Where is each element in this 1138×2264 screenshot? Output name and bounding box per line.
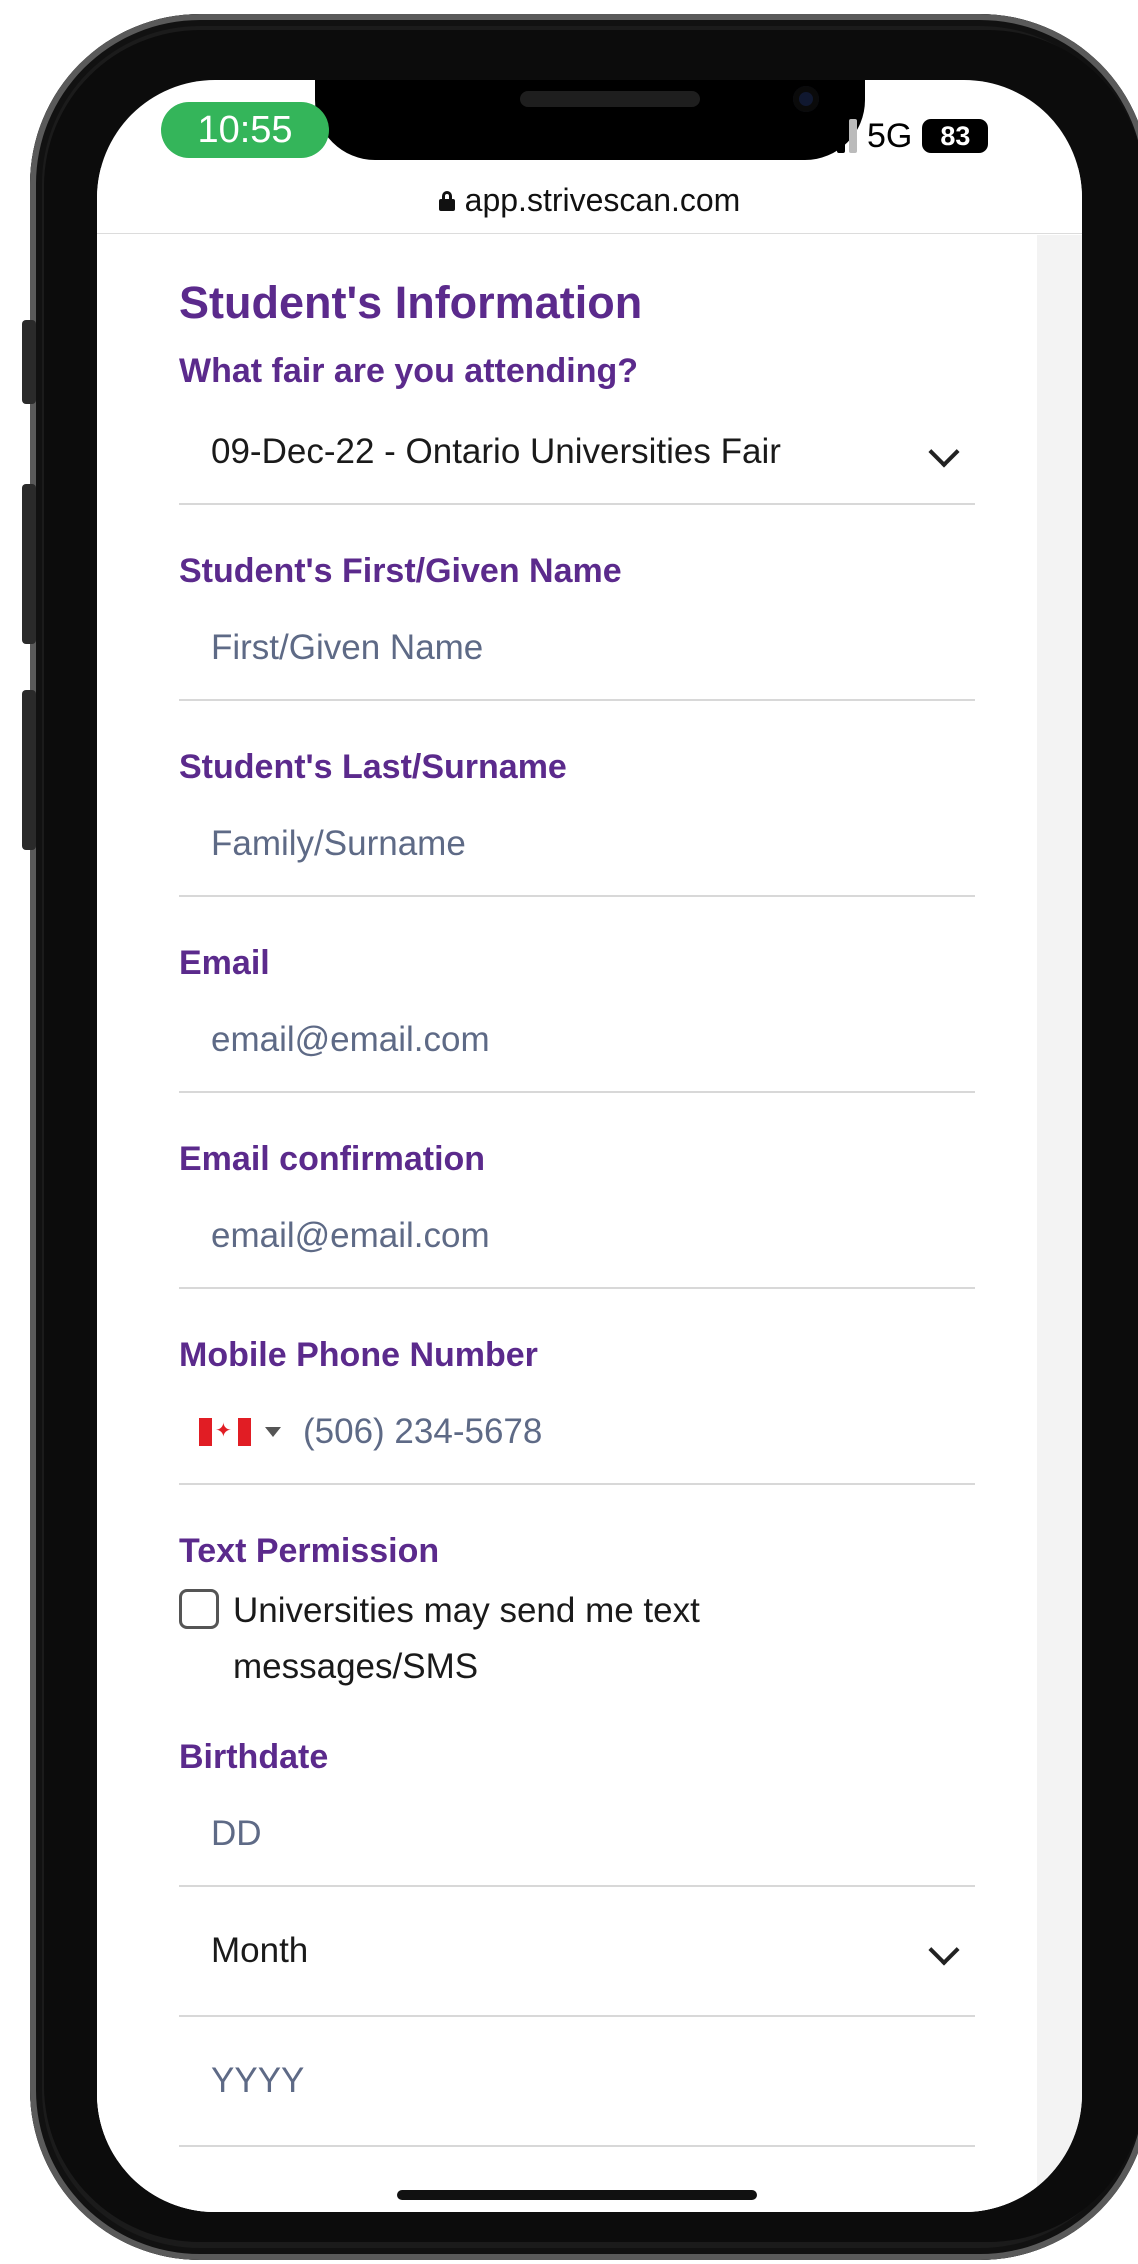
page-viewport[interactable]: Student's Information What fair are you … <box>97 235 1082 2212</box>
email-confirmation-placeholder: email@email.com <box>211 1216 490 1255</box>
volume-up-button <box>22 484 36 644</box>
last-name-input[interactable]: Family/Surname <box>179 793 975 897</box>
text-permission-option[interactable]: Universities may send me text messages/S… <box>179 1583 975 1695</box>
text-permission-line2: messages/SMS <box>233 1647 479 1686</box>
form-title: Student's Information <box>179 277 643 328</box>
speaker-grille <box>520 91 700 107</box>
birthdate-label: Birthdate <box>179 1738 329 1776</box>
text-permission-text: Universities may send me text messages/S… <box>233 1583 700 1695</box>
text-permission-label: Text Permission <box>179 1532 440 1570</box>
country-caret-icon[interactable] <box>265 1427 281 1437</box>
chevron-down-icon <box>928 1934 960 1966</box>
birth-year-input[interactable]: YYYY <box>179 2017 975 2147</box>
email-confirmation-label: Email confirmation <box>179 1140 486 1178</box>
address-bar[interactable]: app.strivescan.com <box>97 168 1082 234</box>
first-name-label: Student's First/Given Name <box>179 552 622 590</box>
email-confirmation-input[interactable]: email@email.com <box>179 1185 975 1289</box>
student-info-form: Student's Information What fair are you … <box>179 269 975 2147</box>
birth-month-value: Month <box>211 1931 309 1970</box>
birth-year-placeholder: YYYY <box>211 2061 305 2100</box>
phone-label: Mobile Phone Number <box>179 1336 538 1374</box>
url-text: app.strivescan.com <box>464 182 741 218</box>
first-name-input[interactable]: First/Given Name <box>179 597 975 701</box>
last-name-label: Student's Last/Surname <box>179 748 567 786</box>
birth-month-select[interactable]: Month <box>179 1887 975 2017</box>
home-indicator[interactable] <box>397 2190 757 2200</box>
status-indicators: 5G 83 <box>813 116 989 156</box>
last-name-placeholder: Family/Surname <box>211 824 466 863</box>
canada-flag-icon[interactable] <box>199 1418 251 1446</box>
email-placeholder: email@email.com <box>211 1020 490 1059</box>
phone-placeholder: (506) 234-5678 <box>303 1412 543 1451</box>
email-label: Email <box>179 944 270 982</box>
status-time: 10:55 <box>161 102 329 158</box>
mute-switch <box>22 320 36 404</box>
notch <box>315 80 865 160</box>
text-permission-checkbox[interactable] <box>179 1589 219 1629</box>
phone-input[interactable]: (506) 234-5678 <box>179 1381 975 1485</box>
birth-day-input[interactable]: DD <box>179 1783 975 1887</box>
email-input[interactable]: email@email.com <box>179 989 975 1093</box>
birth-day-placeholder: DD <box>211 1814 262 1853</box>
front-camera <box>793 86 819 112</box>
volume-down-button <box>22 690 36 850</box>
fair-select[interactable]: 09-Dec-22 - Ontario Universities Fair <box>179 401 975 505</box>
lock-icon <box>438 190 455 212</box>
text-permission-line1: Universities may send me text <box>233 1591 700 1630</box>
phone-screen: 10:55 5G 83 app.strivescan.com Student's… <box>97 80 1082 2212</box>
page-content: Student's Information What fair are you … <box>97 235 1037 2212</box>
battery-icon: 83 <box>922 119 989 153</box>
network-label: 5G <box>867 116 913 155</box>
signal-icon <box>813 119 857 153</box>
fair-label: What fair are you attending? <box>179 352 639 390</box>
fair-select-value: 09-Dec-22 - Ontario Universities Fair <box>211 432 781 471</box>
first-name-placeholder: First/Given Name <box>211 628 484 667</box>
chevron-down-icon <box>928 436 960 468</box>
